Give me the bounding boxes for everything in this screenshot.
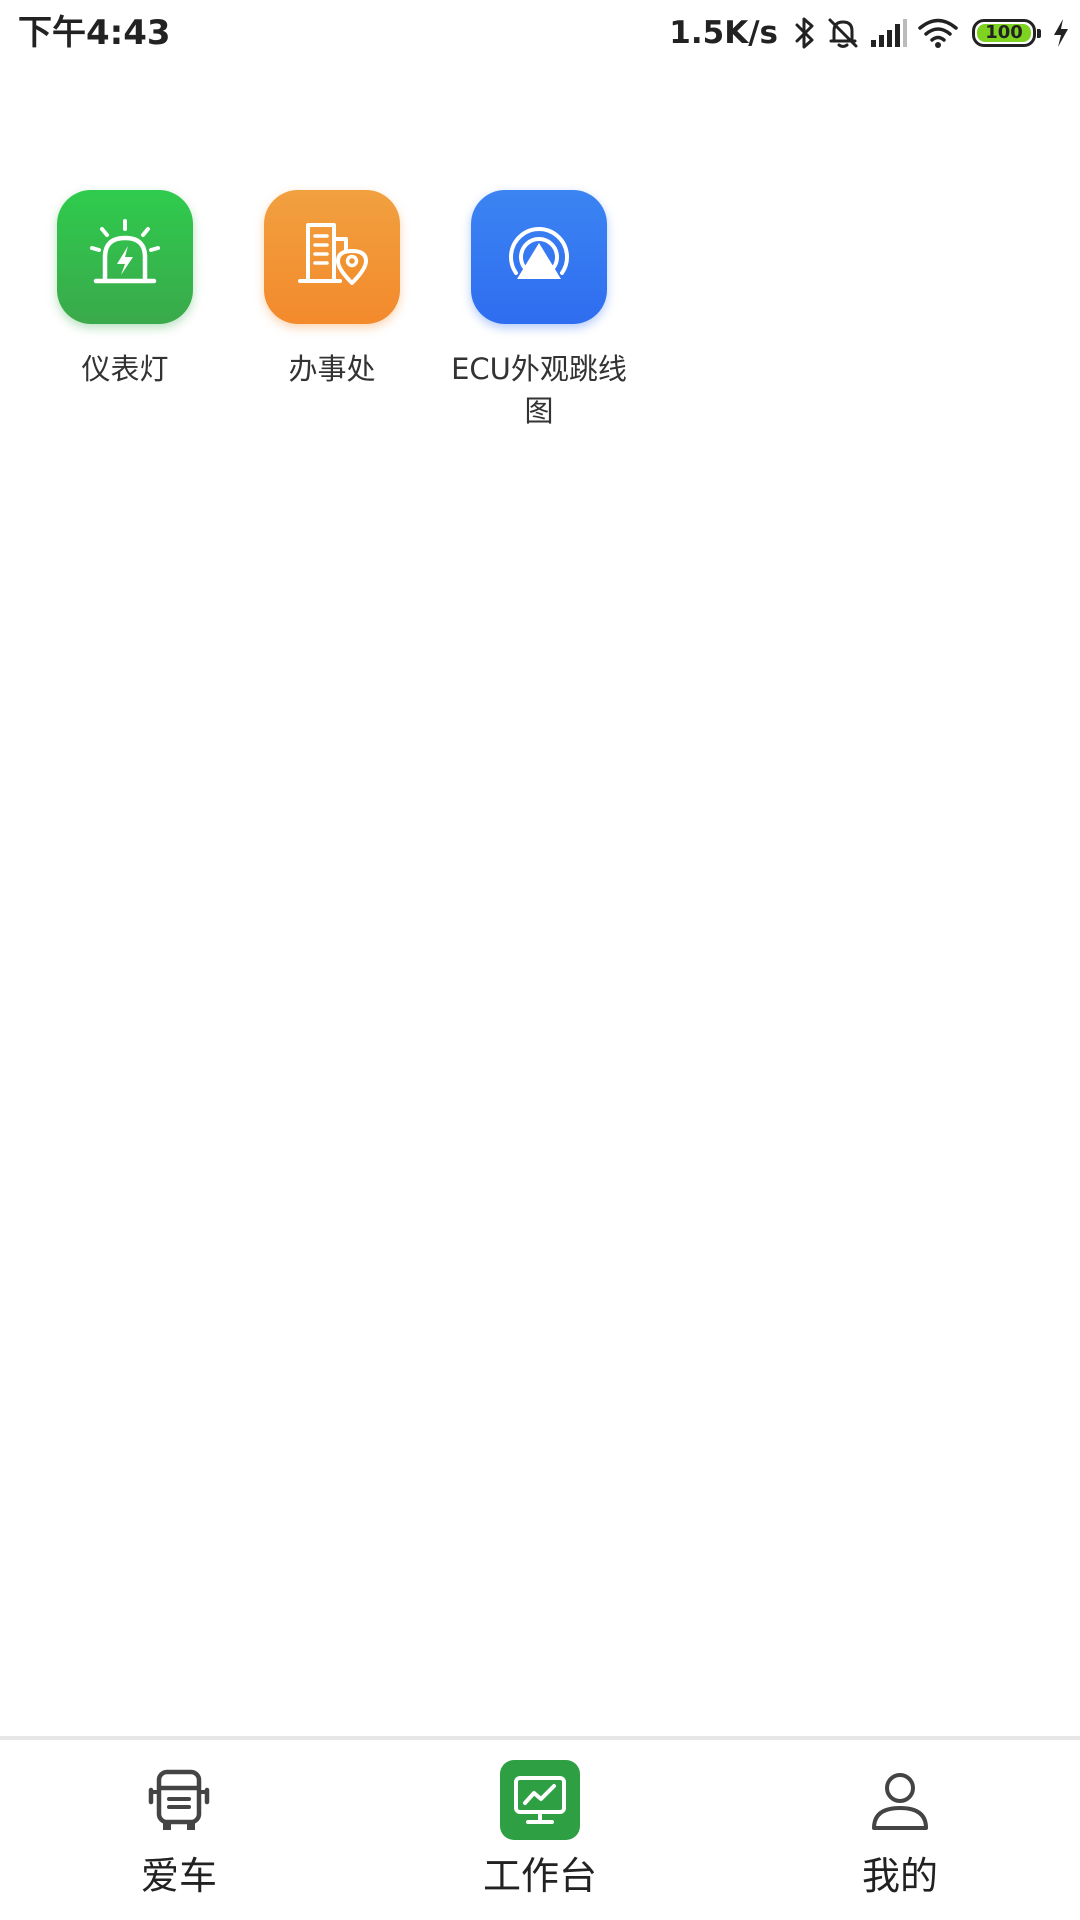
app-label: 办事处	[288, 352, 376, 386]
app-label: ECU外观跳线图	[451, 352, 627, 428]
person-icon	[860, 1760, 940, 1840]
tab-label: 爱车	[140, 1854, 217, 1898]
app-label: 仪表灯	[81, 352, 169, 386]
muted-bell-icon	[826, 16, 860, 50]
warning-beacon-icon	[85, 215, 165, 299]
bluetooth-icon	[794, 16, 816, 50]
tab-label: 工作台	[482, 1854, 597, 1898]
cellular-signal-icon	[870, 18, 908, 48]
tab-my-car[interactable]: 爱车	[79, 1760, 279, 1900]
tab-mine[interactable]: 我的	[800, 1760, 1000, 1900]
office-building-location-icon	[292, 215, 372, 299]
monitor-chart-icon	[500, 1760, 580, 1840]
app-tile[interactable]	[264, 190, 400, 324]
network-speed: 1.5K/s	[669, 15, 778, 51]
truck-icon	[139, 1760, 219, 1840]
tab-label: 我的	[861, 1854, 938, 1898]
app-ecu-wiring-diagram[interactable]: ECU外观跳线图	[439, 190, 639, 432]
status-icons: 1.5K/s 100	[669, 10, 1070, 56]
app-tile[interactable]	[57, 190, 193, 324]
status-bar: 下午4:43 1.5K/s 100	[0, 0, 1080, 66]
signal-broadcast-icon	[499, 215, 579, 299]
app-tile[interactable]	[471, 190, 607, 324]
charging-bolt-icon	[1052, 18, 1070, 48]
bottom-navigation: 爱车 工作台 我的	[0, 1736, 1080, 1920]
battery-icon: 100	[972, 19, 1041, 47]
tab-workbench[interactable]: 工作台	[440, 1760, 640, 1900]
wifi-icon	[918, 17, 958, 49]
status-time: 下午4:43	[18, 13, 171, 53]
app-dashboard-lights[interactable]: 仪表灯	[25, 190, 225, 390]
app-office[interactable]: 办事处	[232, 190, 432, 390]
battery-level: 100	[977, 24, 1031, 42]
